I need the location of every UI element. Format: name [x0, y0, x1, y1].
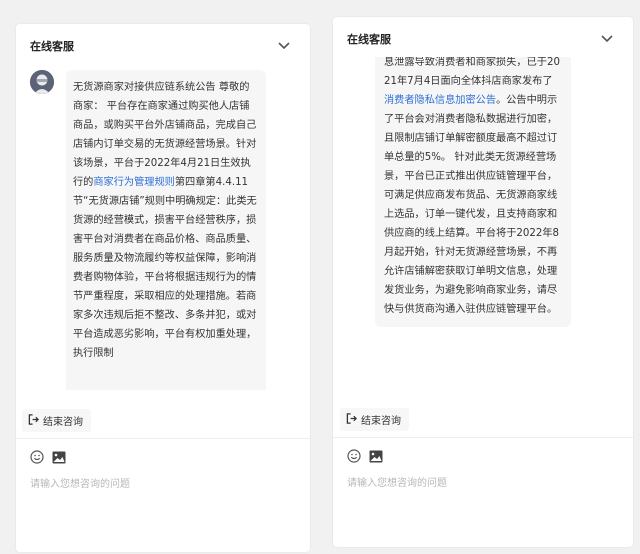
message-list[interactable]: 息泄露导致消费者和商家损失，已于2021年7月4日面向全体抖店商家发布了消费者隐… [333, 57, 633, 397]
emoji-icon[interactable] [30, 450, 44, 464]
chat-panel-left: 在线客服 无货源商家对接供应链系统公告 尊敬的商家： 平台存在商家通过购买他人店… [16, 24, 310, 552]
message-text: 无货源商家对接供应链系统公告 尊敬的商家： 平台存在商家通过购买他人店铺商品，或… [73, 82, 257, 188]
input-toolbar [30, 450, 66, 464]
exit-icon [28, 413, 39, 428]
rules-link[interactable]: 商家行为管理规则 [93, 177, 175, 188]
chat-panel-right: 在线客服 息泄露导致消费者和商家损失，已于2021年7月4日面向全体抖店商家发布… [333, 17, 633, 547]
chat-header: 在线客服 [333, 17, 633, 61]
message-list[interactable]: 无货源商家对接供应链系统公告 尊敬的商家： 平台存在商家通过购买他人店铺商品，或… [16, 68, 310, 390]
message-input[interactable]: 请输入您想咨询的问题 [347, 474, 447, 489]
emoji-icon[interactable] [347, 449, 361, 463]
input-toolbar [347, 449, 383, 463]
end-consultation-label: 结束咨询 [361, 416, 401, 427]
agent-message: 无货源商家对接供应链系统公告 尊敬的商家： 平台存在商家通过购买他人店铺商品，或… [66, 70, 266, 390]
chat-title: 在线客服 [30, 40, 74, 53]
input-area: 请输入您想咨询的问题 [333, 437, 633, 547]
end-consultation-button[interactable]: 结束咨询 [22, 409, 91, 432]
input-area: 请输入您想咨询的问题 [16, 438, 310, 552]
message-text: 第四章第4.4.11节“无货源店铺”规则中明确规定：此类无货源的经营模式，损害平… [73, 177, 257, 359]
chevron-down-icon[interactable] [276, 38, 292, 54]
agent-avatar-icon [30, 70, 54, 94]
chat-title: 在线客服 [347, 33, 391, 46]
agent-message: 息泄露导致消费者和商家损失，已于2021年7月4日面向全体抖店商家发布了消费者隐… [375, 57, 571, 327]
message-text: 息泄露导致消费者和商家损失，已于2021年7月4日面向全体抖店商家发布了 [384, 57, 560, 87]
end-consultation-button[interactable]: 结束咨询 [340, 408, 409, 431]
message-text: 。公告中明示了平台会对消费者隐私数据进行加密，且限制店铺订单解密额度最高不超过订… [384, 95, 560, 315]
image-icon[interactable] [52, 450, 66, 464]
chevron-down-icon[interactable] [599, 31, 615, 47]
end-consultation-label: 结束咨询 [43, 417, 83, 428]
exit-icon [346, 412, 357, 427]
image-icon[interactable] [369, 449, 383, 463]
message-input[interactable]: 请输入您想咨询的问题 [30, 475, 130, 490]
chat-header: 在线客服 [16, 24, 310, 68]
privacy-notice-link[interactable]: 消费者隐私信息加密公告 [384, 95, 496, 106]
